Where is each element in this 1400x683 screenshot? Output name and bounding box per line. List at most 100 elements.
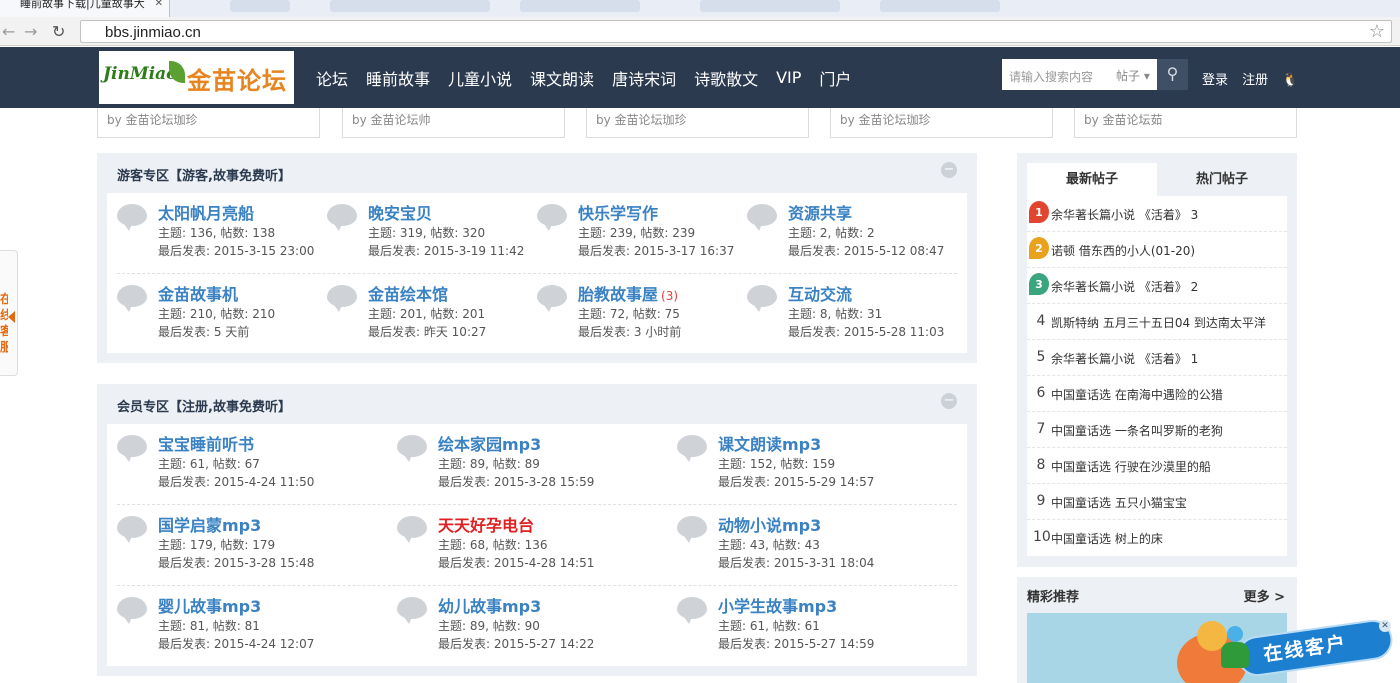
- forum-item[interactable]: 快乐学写作 主题: 239, 帖数: 239 最后发表: 2015-3-17 1…: [537, 204, 737, 268]
- post-title[interactable]: 凯斯特纳 五月三十五日04 到达南太平洋: [1051, 314, 1266, 331]
- online-service-side-tab[interactable]: 在线客服: [0, 250, 18, 376]
- forum-item[interactable]: 绘本家园mp3 主题: 89, 帖数: 89 最后发表: 2015-3-28 1…: [397, 435, 667, 499]
- forum-name[interactable]: 晚安宝贝: [368, 200, 432, 224]
- post-title[interactable]: 余华著长篇小说 《活着》 2: [1051, 278, 1198, 295]
- forum-item[interactable]: 资源共享 主题: 2, 帖数: 2 最后发表: 2015-5-12 08:47: [747, 204, 957, 268]
- list-item[interactable]: 4 凯斯特纳 五月三十五日04 到达南太平洋: [1027, 304, 1287, 340]
- forum-name[interactable]: 婴儿故事mp3: [158, 593, 261, 617]
- rank-number: 10: [1033, 529, 1051, 545]
- tab-hot-posts[interactable]: 热门帖子: [1157, 163, 1287, 196]
- forum-item[interactable]: 金苗绘本馆 主题: 201, 帖数: 201 最后发表: 昨天 10:27: [327, 285, 527, 349]
- post-title[interactable]: 中国童话选 行驶在沙漠里的船: [1051, 458, 1211, 475]
- background-tab[interactable]: [700, 0, 840, 12]
- qq-icon[interactable]: 🐧: [1282, 73, 1298, 88]
- forum-name[interactable]: 胎教故事屋 (3): [578, 281, 678, 305]
- register-link[interactable]: 注册: [1242, 73, 1268, 88]
- search-input[interactable]: 请输入搜索内容 帖子 ▾: [1002, 59, 1157, 90]
- top-card[interactable]: by 金苗论坛珈珍: [586, 108, 809, 138]
- top-card[interactable]: by 金苗论坛珈珍: [830, 108, 1053, 138]
- browser-tab[interactable]: 睡前故事下载|儿童故事大 ✕: [0, 0, 170, 17]
- nav-item-forum[interactable]: 论坛: [316, 66, 348, 90]
- post-title[interactable]: 中国童话选 五只小猫宝宝: [1051, 494, 1187, 511]
- site-logo[interactable]: JinMiao 金苗论坛: [99, 51, 294, 104]
- reload-icon[interactable]: ↻: [52, 22, 65, 41]
- more-link[interactable]: 更多 >: [1244, 586, 1285, 605]
- list-item[interactable]: 7 中国童话选 一条名叫罗斯的老狗: [1027, 412, 1287, 448]
- forum-name[interactable]: 绘本家园mp3: [438, 431, 541, 455]
- forum-item[interactable]: 太阳帆月亮船 主题: 136, 帖数: 138 最后发表: 2015-3-15 …: [117, 204, 317, 268]
- post-title[interactable]: 余华著长篇小说 《活着》 3: [1051, 206, 1198, 223]
- close-icon[interactable]: ✕: [155, 0, 163, 9]
- forum-item[interactable]: 宝宝睡前听书 主题: 61, 帖数: 67 最后发表: 2015-4-24 11…: [117, 435, 387, 499]
- top-card[interactable]: by 金苗论坛茹: [1074, 108, 1297, 138]
- nav-item-kids-novels[interactable]: 儿童小说: [448, 66, 512, 90]
- post-title[interactable]: 余华著长篇小说 《活着》 1: [1051, 350, 1198, 367]
- nav-item-tang-song-poems[interactable]: 唐诗宋词: [612, 66, 676, 90]
- post-title[interactable]: 中国童话选 树上的床: [1051, 530, 1163, 547]
- forum-last-post: 最后发表: 3 小时前: [578, 325, 682, 339]
- post-title[interactable]: 中国童话选 在南海中遇险的公猎: [1051, 386, 1223, 403]
- forum-name[interactable]: 国学启蒙mp3: [158, 512, 261, 536]
- forum-name[interactable]: 幼儿故事mp3: [438, 593, 541, 617]
- login-link[interactable]: 登录: [1202, 73, 1228, 88]
- forum-name[interactable]: 天天好孕电台: [438, 512, 534, 536]
- forum-item[interactable]: 天天好孕电台 主题: 68, 帖数: 136 最后发表: 2015-4-28 1…: [397, 516, 667, 580]
- forum-item[interactable]: 国学启蒙mp3 主题: 179, 帖数: 179 最后发表: 2015-3-28…: [117, 516, 387, 580]
- nav-item-bedtime-stories[interactable]: 睡前故事: [366, 66, 430, 90]
- list-item[interactable]: 8 中国童话选 行驶在沙漠里的船: [1027, 448, 1287, 484]
- forum-item[interactable]: 金苗故事机 主题: 210, 帖数: 210 最后发表: 5 天前: [117, 285, 317, 349]
- search-type-select[interactable]: 帖子 ▾: [1116, 67, 1150, 84]
- collapse-icon[interactable]: −: [941, 393, 957, 409]
- forum-item[interactable]: 动物小说mp3 主题: 43, 帖数: 43 最后发表: 2015-3-31 1…: [677, 516, 957, 580]
- forward-icon[interactable]: →: [24, 22, 37, 41]
- list-item[interactable]: 1 余华著长篇小说 《活着》 3: [1027, 196, 1287, 232]
- forum-last-post: 最后发表: 2015-4-28 14:51: [438, 556, 595, 570]
- forum-name[interactable]: 金苗绘本馆: [368, 281, 448, 305]
- background-tab[interactable]: [330, 0, 490, 12]
- list-item[interactable]: 2 诺顿 借东西的小人(01-20): [1027, 232, 1287, 268]
- forum-name[interactable]: 资源共享: [788, 200, 852, 224]
- post-title[interactable]: 中国童话选 一条名叫罗斯的老狗: [1051, 422, 1223, 439]
- online-service-badge[interactable]: 在线客户 ✕: [1207, 617, 1397, 680]
- top-card[interactable]: by 金苗论坛帅: [342, 108, 565, 138]
- background-tab[interactable]: [230, 0, 290, 12]
- forum-item[interactable]: 婴儿故事mp3 主题: 81, 帖数: 81 最后发表: 2015-4-24 1…: [117, 597, 387, 661]
- list-item[interactable]: 10 中国童话选 树上的床: [1027, 520, 1287, 556]
- list-item[interactable]: 3 余华著长篇小说 《活着》 2: [1027, 268, 1287, 304]
- background-tab[interactable]: [520, 0, 640, 12]
- background-tab[interactable]: [880, 0, 1000, 12]
- back-icon[interactable]: ←: [2, 22, 15, 41]
- list-item[interactable]: 6 中国童话选 在南海中遇险的公猎: [1027, 376, 1287, 412]
- bookmark-star-icon[interactable]: ☆: [1369, 21, 1385, 42]
- forum-item[interactable]: 晚安宝贝 主题: 319, 帖数: 320 最后发表: 2015-3-19 11…: [327, 204, 527, 268]
- row-divider: [117, 273, 957, 274]
- forum-item[interactable]: 课文朗读mp3 主题: 152, 帖数: 159 最后发表: 2015-5-29…: [677, 435, 957, 499]
- nav-item-poetry-prose[interactable]: 诗歌散文: [694, 66, 758, 90]
- top-card[interactable]: by 金苗论坛珈珍: [97, 108, 320, 138]
- forum-name[interactable]: 课文朗读mp3: [718, 431, 821, 455]
- forum-name[interactable]: 小学生故事mp3: [718, 593, 837, 617]
- post-title[interactable]: 诺顿 借东西的小人(01-20): [1051, 242, 1195, 259]
- forum-name[interactable]: 宝宝睡前听书: [158, 431, 254, 455]
- nav-item-vip[interactable]: VIP: [776, 68, 801, 87]
- list-item[interactable]: 9 中国童话选 五只小猫宝宝: [1027, 484, 1287, 520]
- search-button[interactable]: ⚲: [1157, 59, 1188, 90]
- forum-item[interactable]: 胎教故事屋 (3) 主题: 72, 帖数: 75 最后发表: 3 小时前: [537, 285, 737, 349]
- url-input[interactable]: bbs.jinmiao.cn ☆: [80, 20, 1392, 43]
- forum-last-post: 最后发表: 2015-3-17 16:37: [578, 244, 735, 258]
- forum-name[interactable]: 金苗故事机: [158, 281, 238, 305]
- list-item[interactable]: 5 余华著长篇小说 《活着》 1: [1027, 340, 1287, 376]
- forum-item[interactable]: 小学生故事mp3 主题: 61, 帖数: 61 最后发表: 2015-5-27 …: [677, 597, 957, 661]
- forum-name[interactable]: 互动交流: [788, 281, 852, 305]
- nav-item-text-reading[interactable]: 课文朗读: [530, 66, 594, 90]
- forum-name[interactable]: 动物小说mp3: [718, 512, 821, 536]
- tab-latest-posts[interactable]: 最新帖子: [1027, 163, 1157, 196]
- forum-name[interactable]: 快乐学写作: [578, 200, 658, 224]
- close-icon[interactable]: ✕: [1379, 620, 1391, 632]
- auth-links: 登录 注册 🐧: [1202, 69, 1309, 88]
- forum-name[interactable]: 太阳帆月亮船: [158, 200, 254, 224]
- collapse-icon[interactable]: −: [941, 162, 957, 178]
- forum-item[interactable]: 幼儿故事mp3 主题: 89, 帖数: 90 最后发表: 2015-5-27 1…: [397, 597, 667, 661]
- forum-item[interactable]: 互动交流 主题: 8, 帖数: 31 最后发表: 2015-5-28 11:03: [747, 285, 957, 349]
- nav-item-portal[interactable]: 门户: [819, 66, 851, 90]
